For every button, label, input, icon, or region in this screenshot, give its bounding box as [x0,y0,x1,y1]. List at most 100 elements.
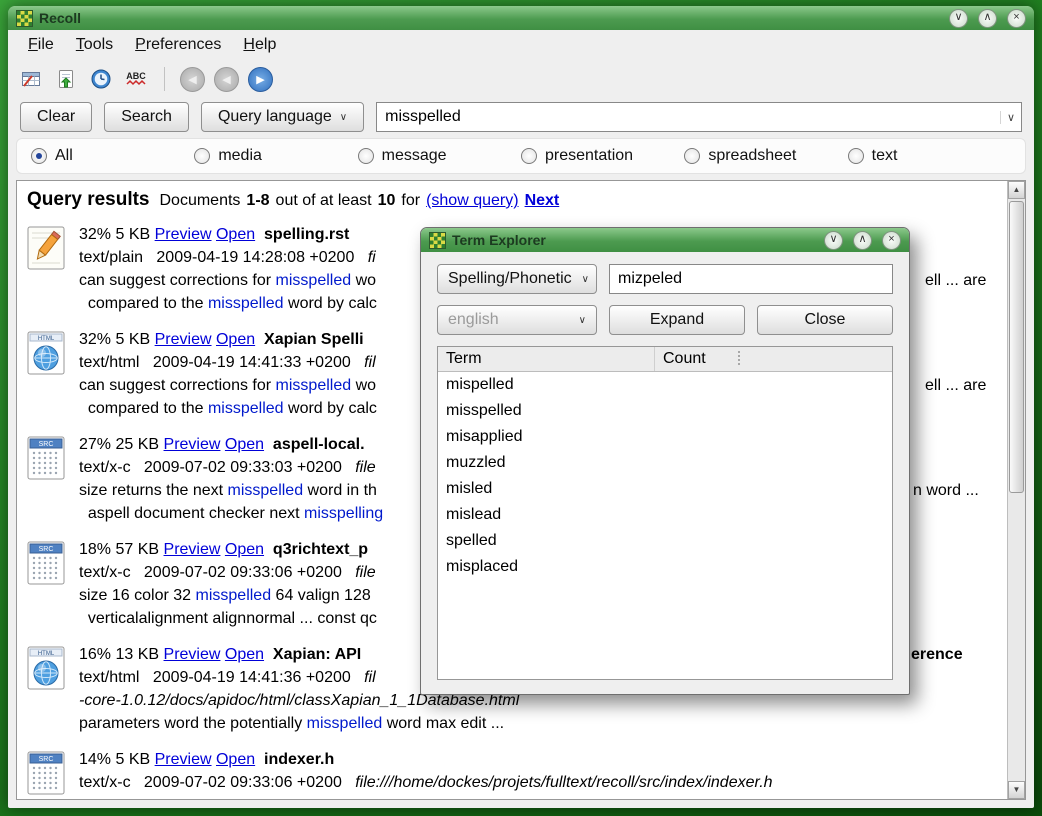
result-mimetype: text/html [79,669,139,686]
save-query-icon[interactable] [53,66,79,92]
highlighted-term: misspelled [208,295,284,312]
source-icon: SRC [27,538,67,630]
filter-spreadsheet[interactable]: spreadsheet [684,147,847,165]
preview-link[interactable]: Preview [155,331,212,348]
minimize-icon[interactable]: ∨ [824,231,843,250]
term-row[interactable]: misapplied [438,424,892,450]
spell-icon-text: ABC [126,71,146,81]
maximize-icon[interactable]: ∧ [853,231,872,250]
count-column-header[interactable]: Count [655,347,892,371]
filter-text[interactable]: text [848,147,1011,165]
result-size: 5 KB [115,226,150,243]
term-row[interactable]: misplaced [438,554,892,580]
snippet-text: compared to the [79,295,208,312]
column-resize-handle[interactable] [738,351,740,365]
open-link[interactable]: Open [216,751,255,768]
result-snippet: compared to the misspelled word by calc [79,397,377,420]
close-icon[interactable]: × [882,231,901,250]
search-history-dropdown-icon[interactable]: ∨ [1000,111,1021,124]
filter-all[interactable]: All [31,147,194,165]
search-button[interactable]: Search [104,102,189,132]
term-table-header[interactable]: Term Count [438,347,892,372]
clear-search-icon[interactable] [18,66,44,92]
result-mimetype: text/plain [79,249,143,266]
svg-text:SRC: SRC [39,441,54,448]
result-snippet: can suggest corrections for misspelled w… [79,374,377,397]
result-relevance: 14% [79,751,111,768]
term-rows: mispelledmisspelledmisappliedmuzzledmisl… [438,372,892,580]
radio-icon [31,148,47,164]
source-icon: SRC [27,433,67,525]
close-button[interactable]: Close [757,305,893,335]
preview-link[interactable]: Preview [164,646,221,663]
term-row[interactable]: spelled [438,528,892,554]
language-dropdown[interactable]: english ∨ [437,305,597,335]
scroll-down-icon[interactable]: ▼ [1008,781,1025,799]
results-header: Query results Documents 1-8 out of at le… [27,189,999,211]
maximize-icon[interactable]: ∧ [978,9,997,28]
term-row[interactable]: mislead [438,502,892,528]
open-link[interactable]: Open [225,541,264,558]
truncated-fragment: n word ... [913,479,979,502]
expansion-mode-value: Spelling/Phonetic [448,270,572,288]
summary-documents: Documents [160,192,241,210]
truncated-fragment: ell ... are [925,269,986,292]
open-link[interactable]: Open [225,436,264,453]
result-size: 13 KB [115,646,159,663]
close-icon[interactable]: × [1007,9,1026,28]
term-input[interactable] [609,264,893,294]
open-link[interactable]: Open [216,226,255,243]
next-page-icon[interactable]: ▶ [248,67,273,92]
menu-help[interactable]: Help [233,33,286,57]
scrollbar-thumb[interactable] [1009,201,1024,493]
result-date: 2009-07-02 09:33:06 +0200 [144,774,342,791]
result-meta: text/x-c 2009-07-02 09:33:03 +0200 file [79,456,383,479]
next-page-link[interactable]: Next [525,192,560,210]
query-language-dropdown[interactable]: Query language ∨ [201,102,364,132]
show-query-link[interactable]: (show query) [426,192,518,210]
minimize-icon[interactable]: ∨ [949,9,968,28]
highlighted-term: misspelled [228,482,304,499]
window-titlebar[interactable]: Recoll ∨ ∧ × [8,6,1034,30]
open-link[interactable]: Open [216,331,255,348]
expansion-mode-dropdown[interactable]: Spelling/Phonetic ∨ [437,264,597,294]
scroll-up-icon[interactable]: ▲ [1008,181,1025,199]
result-relevance: 27% [79,436,111,453]
snippet-text: verticalalignment alignnormal ... const … [79,610,377,627]
term-row[interactable]: misspelled [438,398,892,424]
clear-button[interactable]: Clear [20,102,92,132]
dialog-titlebar[interactable]: Term Explorer ∨ ∧ × [421,228,909,252]
preview-link[interactable]: Preview [155,226,212,243]
scrollbar-track[interactable] [1008,199,1025,781]
preview-link[interactable]: Preview [164,541,221,558]
search-input[interactable] [377,108,1000,126]
term-explorer-icon[interactable]: ABC [123,66,149,92]
term-row[interactable]: mispelled [438,372,892,398]
result-date: 2009-04-19 14:41:33 +0200 [153,354,351,371]
result-mimetype: text/html [79,354,139,371]
dialog-body: Spelling/Phonetic ∨ english ∨ Expand Clo… [421,252,909,694]
prev-page-icon[interactable]: ◀ [214,67,239,92]
menu-preferences[interactable]: Preferences [125,33,231,57]
history-icon[interactable] [88,66,114,92]
menu-file[interactable]: File [18,33,64,57]
snippet-text: word by calc [284,295,377,312]
menu-tools[interactable]: Tools [66,33,123,57]
result-relevance: 32% [79,226,111,243]
results-scrollbar[interactable]: ▲ ▼ [1007,181,1025,799]
result-headline: 14% 5 KB Preview Open indexer.h [79,748,773,771]
filter-presentation[interactable]: presentation [521,147,684,165]
preview-link[interactable]: Preview [155,751,212,768]
recoll-app-icon [429,232,446,249]
term-row[interactable]: muzzled [438,450,892,476]
highlighted-term: misspelled [196,587,272,604]
preview-link[interactable]: Preview [164,436,221,453]
open-link[interactable]: Open [225,646,264,663]
term-column-header[interactable]: Term [438,347,655,371]
result-size: 57 KB [115,541,159,558]
back-icon[interactable]: ◀ [180,67,205,92]
expand-button[interactable]: Expand [609,305,745,335]
filter-message[interactable]: message [358,147,521,165]
filter-media[interactable]: media [194,147,357,165]
term-row[interactable]: misled [438,476,892,502]
